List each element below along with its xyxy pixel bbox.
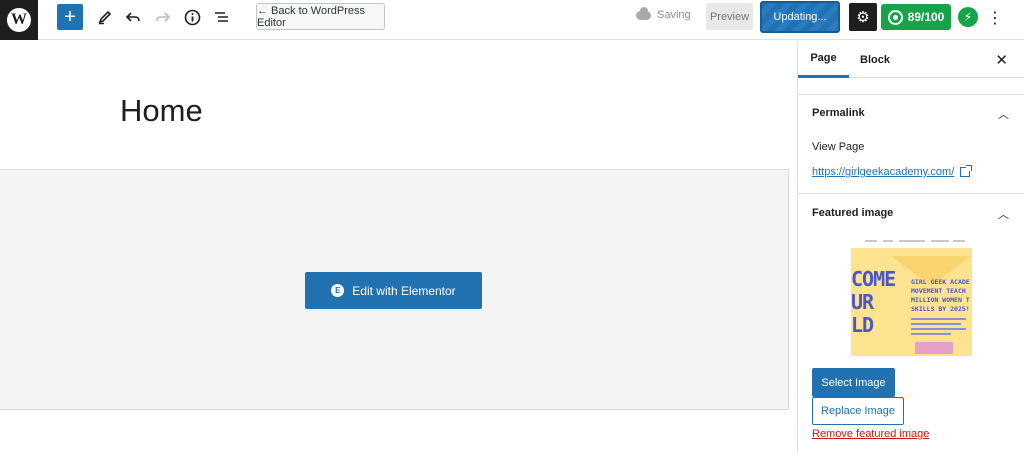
cloud-icon xyxy=(636,6,651,20)
score-icon xyxy=(887,9,903,25)
redo-icon[interactable] xyxy=(151,4,175,30)
edit-with-elementor-button[interactable]: E Edit with Elementor xyxy=(305,272,482,309)
thumbnail-headline: COME UR LD xyxy=(851,267,896,337)
featured-image-title[interactable]: Featured image xyxy=(812,207,893,219)
back-to-wordpress-editor-button[interactable]: ← Back to WordPress Editor xyxy=(256,3,385,30)
score-label: 89/100 xyxy=(907,10,945,24)
wordpress-logo-icon[interactable]: W xyxy=(0,0,38,40)
view-page-label: View Page xyxy=(812,141,865,153)
saving-label: Saving xyxy=(657,9,691,21)
settings-sidebar: Page Block ✕ Permalink ︿ View Page https… xyxy=(797,41,1024,453)
jetpack-icon[interactable]: ⚡ xyxy=(958,7,978,27)
page-title[interactable]: Home xyxy=(120,93,203,129)
more-vertical-icon[interactable]: ⋮ xyxy=(987,5,1003,31)
pencil-icon[interactable] xyxy=(93,4,117,30)
permalink-panel: Permalink ︿ View Page https://girlgeekac… xyxy=(798,96,1024,194)
featured-image-panel: Featured image ︿ COME UR LD GIRL GEEK AC… xyxy=(798,194,1024,453)
select-image-button[interactable]: Select Image xyxy=(812,368,895,397)
update-button[interactable]: Updating... xyxy=(760,1,840,33)
replace-image-button[interactable]: Replace Image xyxy=(812,397,904,425)
editor-toolbar: W + ← Back to WordPress Editor Saving Pr… xyxy=(0,0,1024,40)
add-block-button[interactable]: + xyxy=(57,4,83,30)
permalink-url[interactable]: https://girlgeekacademy.com/ xyxy=(812,166,954,178)
saving-status: Saving xyxy=(636,6,691,21)
undo-icon[interactable] xyxy=(121,4,145,30)
seo-score-button[interactable]: 89/100 xyxy=(881,4,951,30)
featured-image-thumbnail[interactable]: COME UR LD GIRL GEEK ACADE MOVEMENT TEAC… xyxy=(851,236,972,356)
permalink-title[interactable]: Permalink xyxy=(812,107,865,119)
list-view-icon[interactable] xyxy=(209,4,233,30)
thumbnail-cta xyxy=(915,342,953,354)
thumbnail-tagline: GIRL GEEK ACADE MOVEMENT TEACH MILLION W… xyxy=(911,278,970,313)
elementor-placeholder: E Edit with Elementor xyxy=(0,169,789,410)
sidebar-tabs: Page Block ✕ xyxy=(798,41,1024,78)
external-link-icon xyxy=(960,165,973,177)
elementor-icon: E xyxy=(331,284,345,297)
chevron-up-icon[interactable]: ︿ xyxy=(998,206,1009,222)
remove-featured-image-link[interactable]: Remove featured image xyxy=(812,428,929,440)
tab-block[interactable]: Block xyxy=(860,41,890,78)
tab-page[interactable]: Page xyxy=(798,41,849,78)
gear-icon[interactable]: ⚙ xyxy=(849,3,877,31)
thumbnail-nav xyxy=(851,236,972,248)
elementor-button-label: Edit with Elementor xyxy=(352,283,456,298)
preview-button[interactable]: Preview xyxy=(706,3,753,30)
permalink-link[interactable]: https://girlgeekacademy.com/ xyxy=(812,165,973,178)
chevron-up-icon[interactable]: ︿ xyxy=(998,106,1009,122)
editor-canvas: Home E Edit with Elementor xyxy=(0,41,797,453)
close-icon[interactable]: ✕ xyxy=(995,51,1008,69)
panel-divider xyxy=(798,78,1024,95)
info-icon[interactable] xyxy=(180,4,204,30)
